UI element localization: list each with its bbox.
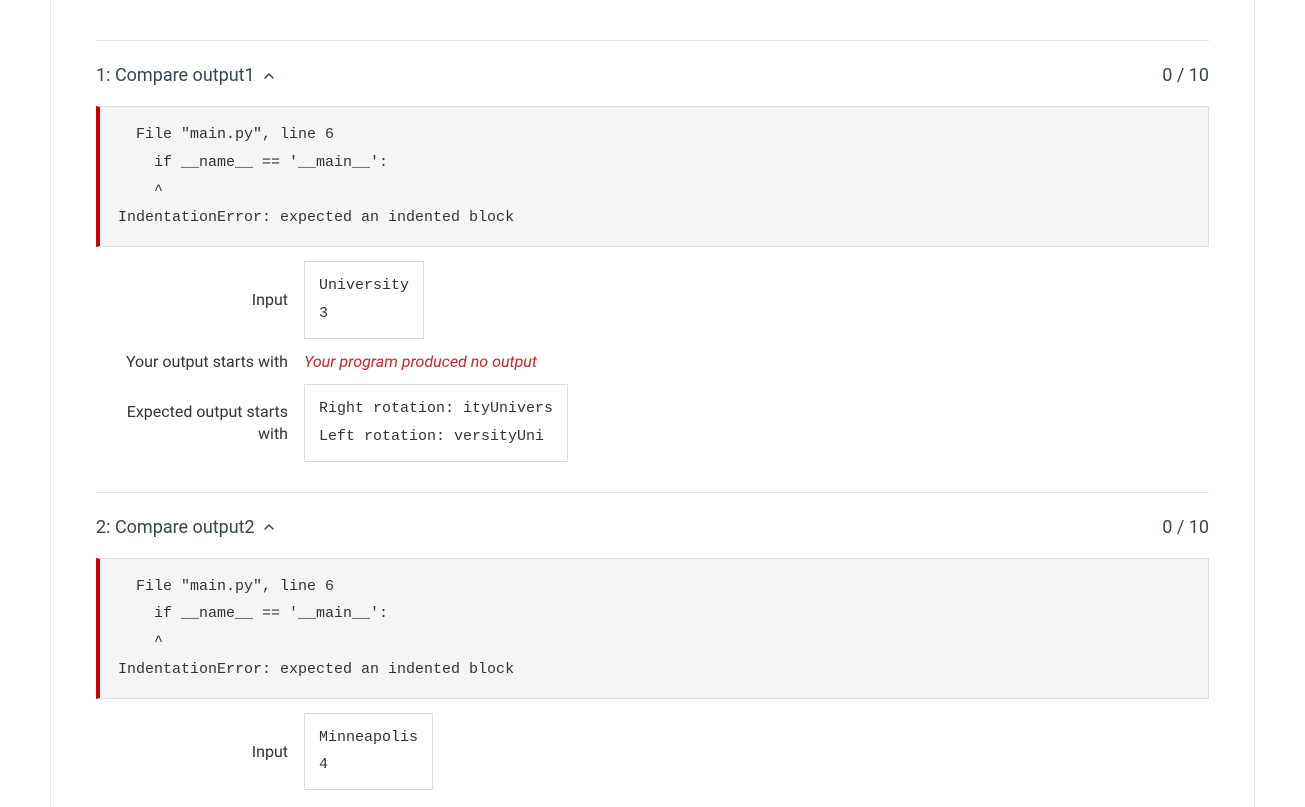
io-label: Input (96, 289, 304, 311)
test-block: 1: Compare output1 0 / 10 File "main.py"… (96, 65, 1209, 462)
chevron-up-icon (261, 519, 277, 535)
divider (96, 40, 1209, 41)
io-label: Expected output starts with (96, 401, 304, 444)
io-label: Your output starts with (96, 351, 304, 373)
io-row-input: Input Minneapolis 4 (96, 713, 1209, 791)
test-block: 2: Compare output2 0 / 10 File "main.py"… (96, 517, 1209, 791)
test-title: 2: Compare output2 (96, 517, 255, 538)
no-output-message: Your program produced no output (304, 352, 537, 371)
test-score: 0 / 10 (1162, 517, 1209, 538)
io-value: Minneapolis 4 (304, 713, 433, 791)
chevron-up-icon (261, 68, 277, 84)
io-row-input: Input University 3 (96, 261, 1209, 339)
divider (96, 492, 1209, 493)
test-header-toggle[interactable]: 2: Compare output2 0 / 10 (96, 517, 1209, 538)
error-output: File "main.py", line 6 if __name__ == '_… (96, 106, 1209, 247)
io-row-your-output: Your output starts with Your program pro… (96, 351, 1209, 373)
io-label: Input (96, 741, 304, 763)
test-header-toggle[interactable]: 1: Compare output1 0 / 10 (96, 65, 1209, 86)
error-output: File "main.py", line 6 if __name__ == '_… (96, 558, 1209, 699)
io-value: University 3 (304, 261, 424, 339)
test-score: 0 / 10 (1162, 65, 1209, 86)
io-row-expected: Expected output starts with Right rotati… (96, 384, 1209, 462)
test-title: 1: Compare output1 (96, 65, 255, 86)
io-value: Right rotation: ityUnivers Left rotation… (304, 384, 568, 462)
